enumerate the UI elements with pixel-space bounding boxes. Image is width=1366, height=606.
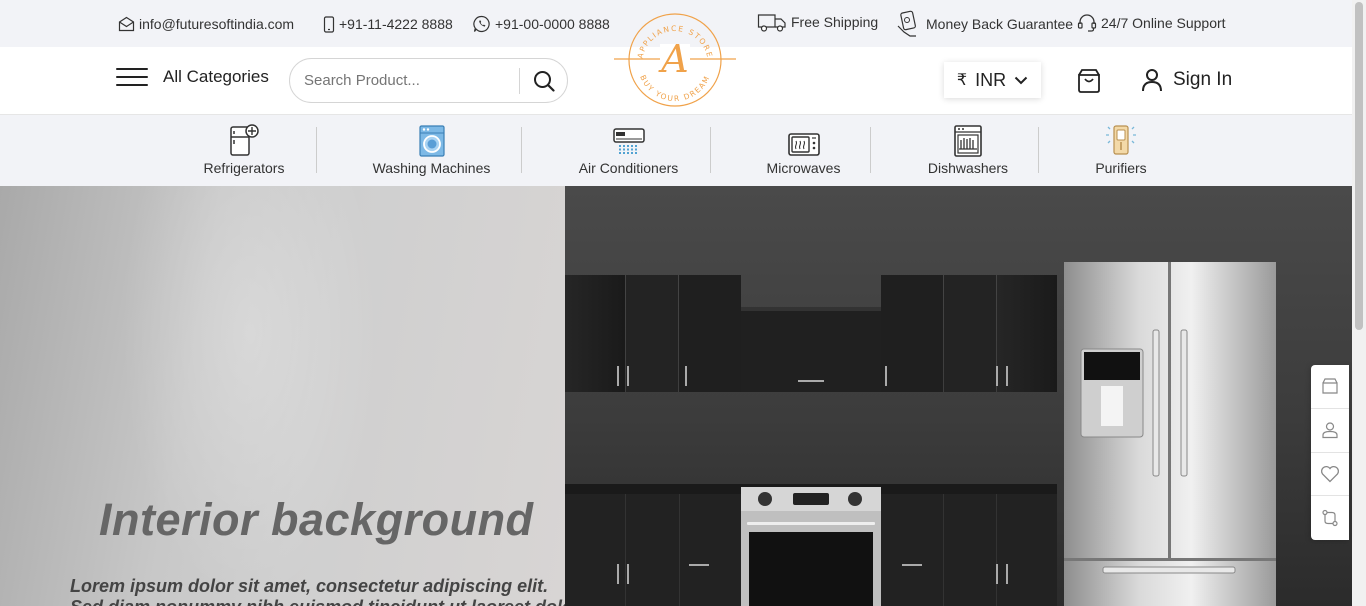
hero-subtitle-line2: Sed diam nonummy nibh euismod tincidunt … <box>70 597 595 606</box>
category-washing-machines[interactable]: Washing Machines <box>371 123 492 176</box>
category-air-conditioners[interactable]: Air Conditioners <box>576 123 681 176</box>
category-label: Microwaves <box>766 160 841 176</box>
heart-icon <box>1320 465 1340 483</box>
refrigerator-icon <box>201 123 287 157</box>
category-label: Purifiers <box>1095 160 1147 176</box>
whatsapp-contact[interactable]: +91-00-0000 8888 <box>473 14 610 34</box>
currency-symbol: ₹ <box>956 72 968 89</box>
money-back-text: Money Back Guarantee <box>926 16 1074 32</box>
search-button[interactable] <box>520 70 567 92</box>
kitchen-image <box>565 186 1352 606</box>
free-shipping-text: Free Shipping <box>791 14 879 30</box>
email-text: info@futuresoftindia.com <box>139 16 295 32</box>
washing-machine-icon <box>371 123 492 157</box>
headset-icon <box>1077 14 1097 32</box>
category-separator <box>521 127 522 173</box>
cart-button[interactable] <box>1076 68 1102 99</box>
search-box <box>289 58 568 103</box>
category-dishwashers[interactable]: Dishwashers <box>926 123 1010 176</box>
phone-icon <box>323 15 335 33</box>
category-separator <box>870 127 871 173</box>
money-back-guarantee: Money Back Guarantee <box>896 10 1073 38</box>
category-label: Washing Machines <box>372 160 491 176</box>
hero-title: Interior background <box>99 494 534 545</box>
mail-icon <box>118 16 135 32</box>
truck-icon <box>757 14 786 32</box>
whatsapp-icon <box>473 15 490 33</box>
category-separator <box>710 127 711 173</box>
category-label: Air Conditioners <box>578 160 679 176</box>
floating-wishlist-button[interactable] <box>1311 453 1349 497</box>
compare-icon <box>1322 510 1338 527</box>
floating-cart-button[interactable] <box>1311 365 1349 409</box>
category-microwaves[interactable]: Microwaves <box>765 123 842 176</box>
category-refrigerators[interactable]: Refrigerators <box>201 123 287 176</box>
floating-account-button[interactable] <box>1311 409 1349 453</box>
category-separator <box>1038 127 1039 173</box>
floating-compare-button[interactable] <box>1311 496 1349 540</box>
search-input[interactable] <box>304 65 519 96</box>
phone-text: +91-11-4222 8888 <box>339 16 453 32</box>
sign-in-button[interactable]: Sign In <box>1141 68 1232 92</box>
category-purifiers[interactable]: Purifiers <box>1094 123 1148 176</box>
whatsapp-text: +91-00-0000 8888 <box>495 16 610 32</box>
phone-contact[interactable]: +91-11-4222 8888 <box>323 14 453 34</box>
logo-letter: A <box>658 37 688 81</box>
hero-text-panel: Interior background Lorem ipsum dolor si… <box>0 186 595 606</box>
category-separator <box>316 127 317 173</box>
page-scrollbar[interactable] <box>1352 0 1366 606</box>
currency-selector[interactable]: ₹ INR <box>944 62 1041 98</box>
air-conditioner-icon <box>576 123 681 157</box>
purifier-icon <box>1094 123 1148 157</box>
sign-in-label: Sign In <box>1173 69 1233 90</box>
free-shipping: Free Shipping <box>757 12 878 32</box>
cart-icon <box>1322 378 1338 394</box>
user-icon <box>1142 69 1162 92</box>
support-text: 24/7 Online Support <box>1101 15 1226 31</box>
microwave-icon <box>765 123 842 157</box>
user-icon <box>1322 422 1338 439</box>
category-label: Dishwashers <box>927 160 1009 176</box>
dishwasher-icon <box>926 123 1010 157</box>
all-categories-button[interactable]: All Categories <box>116 67 269 87</box>
category-label: Refrigerators <box>203 160 285 176</box>
hero-subtitle: Lorem ipsum dolor sit amet, consectetur … <box>70 576 549 596</box>
shopping-bag-icon <box>1078 69 1100 93</box>
money-hand-icon <box>897 10 916 37</box>
email-contact[interactable]: info@futuresoftindia.com <box>118 14 294 34</box>
currency-code: INR <box>975 69 1007 90</box>
hamburger-icon <box>116 68 148 86</box>
category-bar: Refrigerators Washing Machines Air Condi… <box>0 115 1352 186</box>
scrollbar-thumb[interactable] <box>1355 2 1363 330</box>
site-logo[interactable]: APPLIANCE STORE BUY YOUR DREAM A <box>612 8 738 112</box>
all-categories-label: All Categories <box>163 67 269 86</box>
online-support: 24/7 Online Support <box>1077 13 1226 33</box>
hero-banner: Interior background Lorem ipsum dolor si… <box>0 186 1352 606</box>
chevron-down-icon <box>1014 76 1028 84</box>
floating-action-bar <box>1311 365 1349 540</box>
search-icon <box>533 70 555 92</box>
